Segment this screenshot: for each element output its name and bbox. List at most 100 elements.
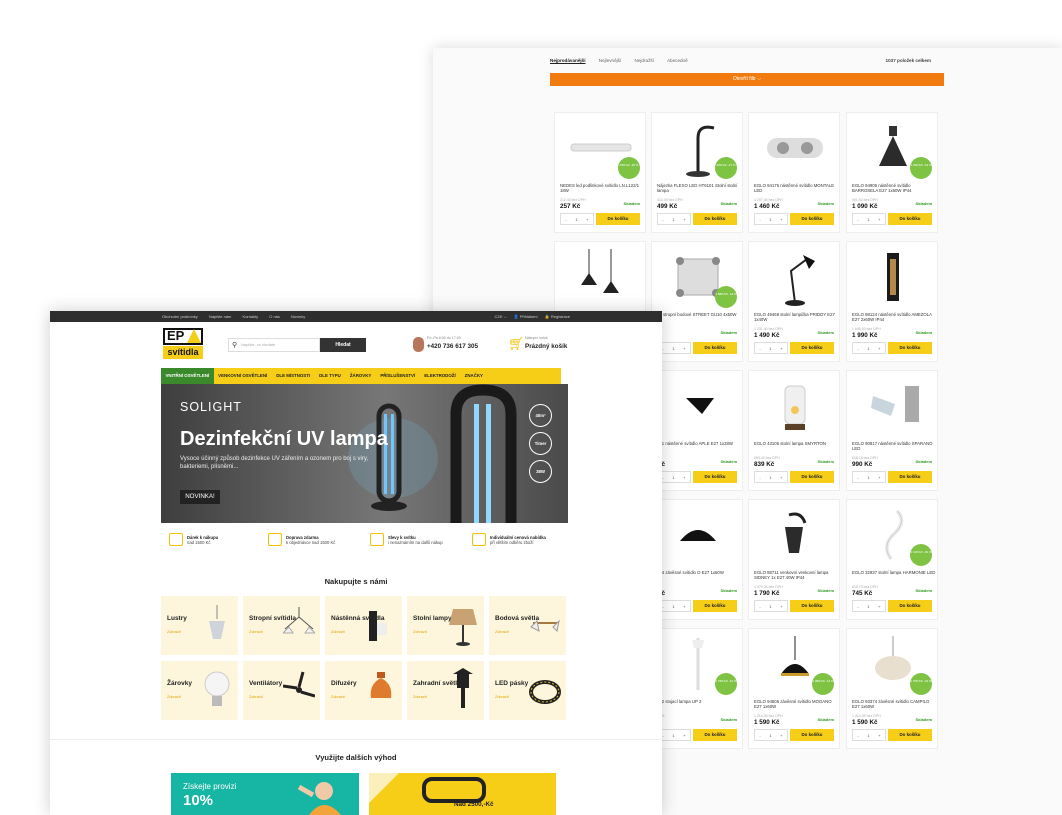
qty-plus[interactable]: + xyxy=(683,733,685,738)
add-to-cart-button[interactable]: Do košíku xyxy=(888,213,932,225)
qty-value[interactable]: 1 xyxy=(672,217,674,222)
product-card[interactable]: 1 688 Kč/ -44 % 58 stropní bodové STREET … xyxy=(651,241,743,362)
quantity-stepper[interactable]: - 1 + xyxy=(852,600,886,612)
qty-value[interactable]: 1 xyxy=(769,604,771,609)
product-image-wrap[interactable] xyxy=(559,247,643,307)
qty-value[interactable]: 1 xyxy=(867,733,869,738)
add-to-cart-button[interactable]: Do košíku xyxy=(888,600,932,612)
category-tile[interactable]: Zahradní světla Zobrazit xyxy=(407,661,484,720)
product-card[interactable]: 4/50 ks/ -27 % Nájezka FLEXO LED HT6101 S… xyxy=(651,112,743,233)
quantity-stepper[interactable]: - 1 + xyxy=(754,471,788,483)
product-name[interactable]: EGLO 94905 nástěnné svítidlo BARROSELA E… xyxy=(852,183,936,194)
add-to-cart-button[interactable]: Do košíku xyxy=(693,342,737,354)
qty-plus[interactable]: + xyxy=(780,475,782,480)
category-link[interactable]: Zobrazit xyxy=(249,695,263,699)
add-to-cart-button[interactable]: Do košíku xyxy=(693,729,737,741)
category-link[interactable]: Zobrazit xyxy=(167,695,181,699)
hero-banner[interactable]: SOLIGHT Dezinfekční UV lampa Vysoce účin… xyxy=(161,384,568,523)
category-tile[interactable]: Lustry Zobrazit xyxy=(161,596,238,655)
qty-value[interactable]: 1 xyxy=(769,217,771,222)
product-name[interactable]: Nájezka FLEXO LED HT6101 Stolní stolní l… xyxy=(657,183,741,194)
top-link-contacts[interactable]: Kontakty xyxy=(243,314,259,319)
product-card[interactable]: EGLO 43105 stolní lampa SMYRTON 693,40 be… xyxy=(748,370,840,491)
qty-minus[interactable]: - xyxy=(759,733,760,738)
product-image-wrap[interactable] xyxy=(656,376,740,436)
qty-value[interactable]: 1 xyxy=(867,475,869,480)
qty-plus[interactable]: + xyxy=(878,604,880,609)
product-card[interactable]: EGLO 49469 stolní lampička PRIDDY E27 1x… xyxy=(748,241,840,362)
nav-item-indoor[interactable]: VNITŘNÍ OSVĚTLENÍ xyxy=(161,368,214,384)
add-to-cart-button[interactable]: Do košíku xyxy=(790,213,834,225)
qty-value[interactable]: 1 xyxy=(575,217,577,222)
product-card[interactable]: EGLO 98124 nástěnné svítidlo AMEZOLA E27… xyxy=(846,241,938,362)
product-name[interactable]: 121 nástěnné svítidlo APLE E27 1x28W xyxy=(657,441,741,452)
product-name[interactable]: 342 stojací lampa UP 2 xyxy=(657,699,741,710)
add-to-cart-button[interactable]: Do košíku xyxy=(888,471,932,483)
qty-plus[interactable]: + xyxy=(780,346,782,351)
category-tile[interactable]: Žárovky Zobrazit xyxy=(161,661,238,720)
register-link[interactable]: 🔒 Registrace xyxy=(545,314,570,319)
qty-value[interactable]: 1 xyxy=(769,346,771,351)
category-tile[interactable]: Difuzéry Zobrazit xyxy=(325,661,402,720)
product-image-wrap[interactable] xyxy=(753,505,837,565)
nav-item-outdoor[interactable]: VENKOVNÍ OSVĚTLENÍ xyxy=(214,368,272,384)
qty-minus[interactable]: - xyxy=(759,217,760,222)
category-tile[interactable]: Nástěnná svítidla Zobrazit xyxy=(325,596,402,655)
search-button[interactable]: Hledat xyxy=(320,338,366,352)
category-link[interactable]: Zobrazit xyxy=(495,695,509,699)
currency-select[interactable]: CZK ⌵ xyxy=(494,314,506,319)
product-card[interactable]: 1 118 Kč/ -33 % EGLO 32937 stolní lampa H… xyxy=(846,499,938,620)
add-to-cart-button[interactable]: Do košíku xyxy=(790,342,834,354)
quantity-stepper[interactable]: - 1 + xyxy=(852,471,886,483)
top-link-news[interactable]: Novinky xyxy=(291,314,305,319)
qty-value[interactable]: 1 xyxy=(672,346,674,351)
qty-minus[interactable]: - xyxy=(662,604,663,609)
category-tile[interactable]: Stolní lampy Zobrazit xyxy=(407,596,484,655)
product-image-wrap[interactable] xyxy=(656,505,740,565)
quantity-stepper[interactable]: - 1 + xyxy=(657,729,691,741)
product-card[interactable]: 121 nástěnné svítidlo APLE E27 1x28WKčSk… xyxy=(651,370,743,491)
product-name[interactable]: EGLO 88711 venkovní venkovní lampa SIDNE… xyxy=(754,570,838,581)
qty-plus[interactable]: + xyxy=(683,346,685,351)
login-link[interactable]: 👤 Přihlášení xyxy=(514,314,538,319)
qty-value[interactable]: 1 xyxy=(867,217,869,222)
qty-plus[interactable]: + xyxy=(780,217,782,222)
commission-promo[interactable]: Získejte provizi 10% xyxy=(171,773,359,815)
top-link-about[interactable]: O nás xyxy=(269,314,280,319)
product-name[interactable]: EGLO 93374 závěsné svítidlo CAMPILO E27 … xyxy=(852,699,936,710)
nav-item-brands[interactable]: ZNAČKY xyxy=(460,368,487,384)
quantity-stepper[interactable]: - 1 + xyxy=(560,213,594,225)
product-name[interactable]: EGLO 43105 stolní lampa SMYRTON xyxy=(754,441,838,452)
product-card[interactable]: 4/50 ks/ -29 % NEDES led podlinkové svíti… xyxy=(554,112,646,233)
nav-item-by-room[interactable]: DLE MÍSTNOSTI xyxy=(272,368,315,384)
category-link[interactable]: Zobrazit xyxy=(249,630,263,634)
qty-value[interactable]: 1 xyxy=(672,604,674,609)
product-name[interactable]: NEDES led podlinkové svítidlo LN.L122/1 … xyxy=(560,183,644,194)
qty-minus[interactable]: - xyxy=(662,475,663,480)
quantity-stepper[interactable]: - 1 + xyxy=(657,600,691,612)
qty-value[interactable]: 1 xyxy=(867,604,869,609)
qty-plus[interactable]: + xyxy=(683,217,685,222)
qty-minus[interactable]: - xyxy=(759,604,760,609)
category-tile[interactable]: Stropní svítidla Zobrazit xyxy=(243,596,320,655)
category-tile[interactable]: Bodová světla Zobrazit xyxy=(489,596,566,655)
add-to-cart-button[interactable]: Do košíku xyxy=(693,600,737,612)
product-card[interactable]: 1 248 Kč/ -13 % EGLO 94905 nástěnné svíti… xyxy=(846,112,938,233)
threshold-promo[interactable]: Nad 2500,-Kč xyxy=(369,773,556,815)
product-name[interactable]: EGLO 49469 stolní lampička PRIDDY E27 1x… xyxy=(754,312,838,323)
nav-item-electro[interactable]: ELEKTRODOŽÍ xyxy=(420,368,460,384)
phone-number[interactable]: +420 736 617 305 xyxy=(427,343,478,350)
qty-minus[interactable]: - xyxy=(759,346,760,351)
product-name[interactable]: EGLO 98124 nástěnné svítidlo AMEZOLA E27… xyxy=(852,312,936,323)
product-card[interactable]: EGLO 90817 nástěnné svítidlo SPARANO LED… xyxy=(846,370,938,491)
category-link[interactable]: Zobrazit xyxy=(413,630,427,634)
qty-value[interactable]: 1 xyxy=(672,733,674,738)
qty-minus[interactable]: - xyxy=(857,217,858,222)
sort-tab-expensive[interactable]: Nejdražší xyxy=(635,58,654,63)
product-image-wrap[interactable] xyxy=(753,247,837,307)
search-input[interactable]: ⚲ Napište, co hledáte xyxy=(228,338,320,352)
add-to-cart-button[interactable]: Do košíku xyxy=(693,471,737,483)
nav-item-by-type[interactable]: DLE TYPU xyxy=(315,368,346,384)
category-tile[interactable]: Ventilátory Zobrazit xyxy=(243,661,320,720)
add-to-cart-button[interactable]: Do košíku xyxy=(790,600,834,612)
